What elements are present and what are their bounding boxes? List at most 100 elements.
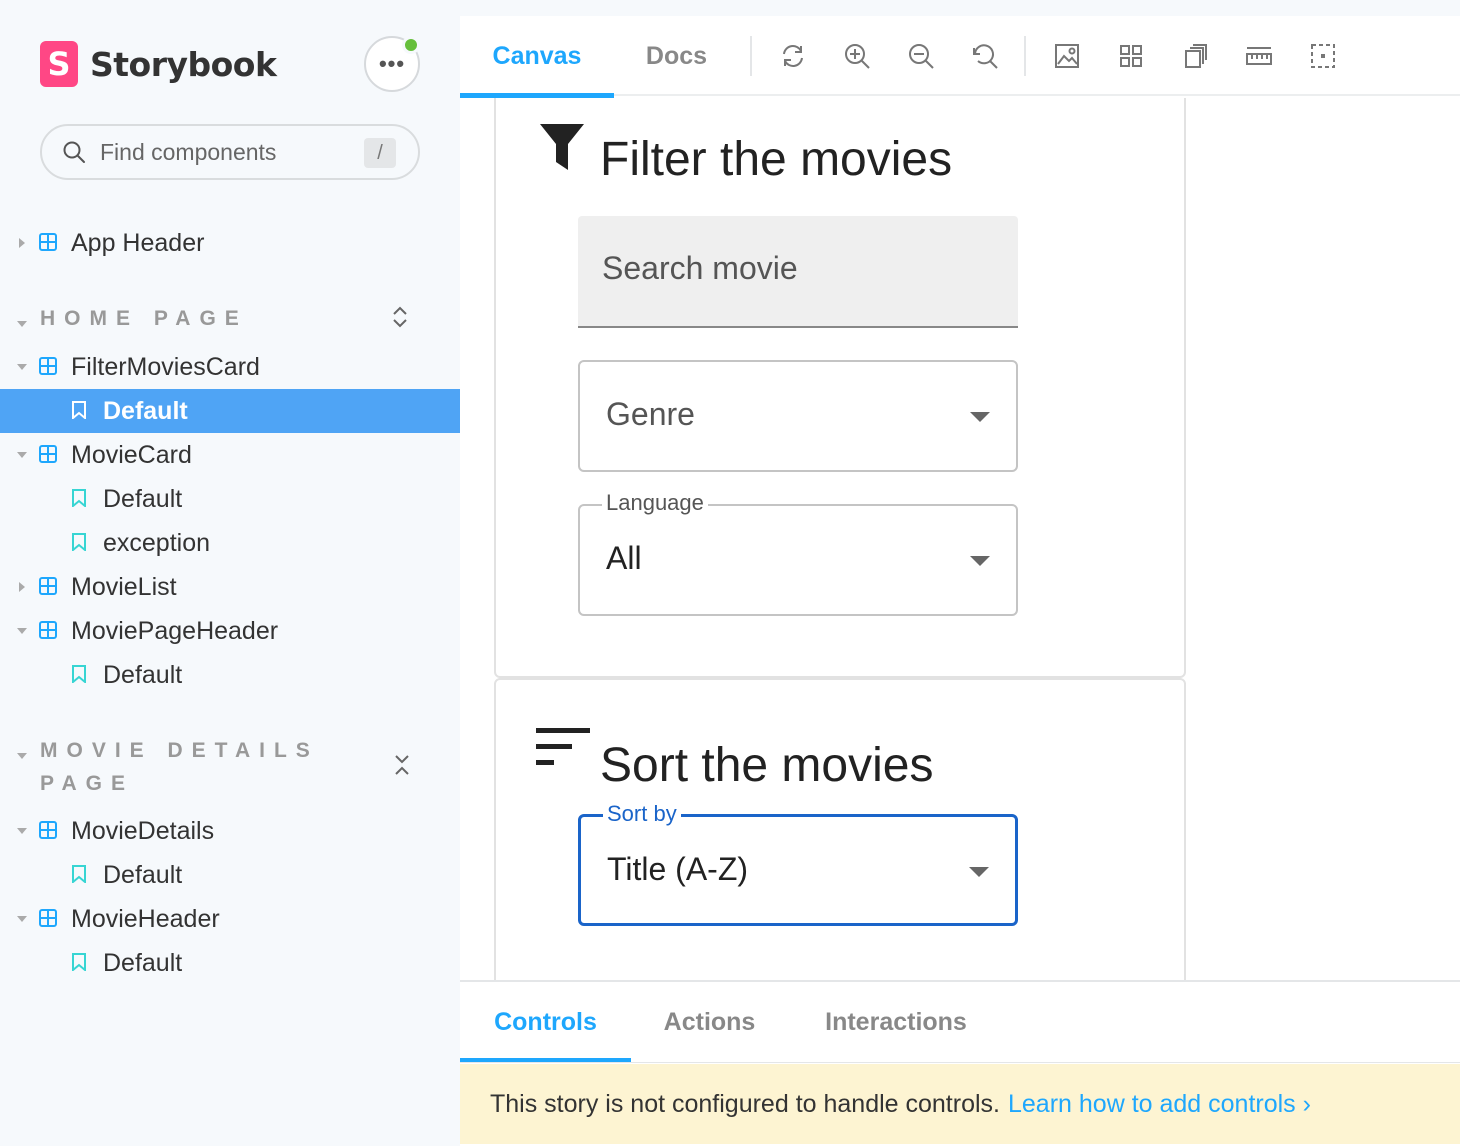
- story-canvas: Filter the movies Search movie Genre Lan…: [460, 98, 1460, 980]
- group-title-line1: MOVIE DETAILS: [40, 739, 319, 762]
- genre-placeholder: Genre: [606, 396, 695, 432]
- sidebar-item-label: Default: [103, 396, 188, 425]
- sidebar-item-moviecard[interactable]: MovieCard: [0, 433, 460, 477]
- bookmark-icon: [72, 529, 86, 558]
- group-header-home-page[interactable]: HOME PAGE: [0, 302, 460, 335]
- sidebar-item-filtermoviescard[interactable]: FilterMoviesCard: [0, 345, 460, 389]
- component-icon: [39, 441, 57, 470]
- controls-notice: This story is not configured to handle c…: [460, 1064, 1460, 1144]
- expand-collapse-icon[interactable]: [390, 304, 410, 336]
- sidebar-item-label: MovieCard: [71, 440, 192, 469]
- sidebar-item-label: Default: [103, 660, 183, 689]
- main-area: Canvas Docs Filter the movies Search mov…: [460, 16, 1460, 1146]
- measure-icon[interactable]: [1243, 40, 1275, 72]
- component-icon: [39, 573, 57, 602]
- sidebar-item-moviepageheader[interactable]: MoviePageHeader: [0, 609, 460, 653]
- sidebar-item-label: Default: [103, 860, 183, 889]
- group-title: HOME PAGE: [40, 307, 248, 330]
- brand-name: Storybook: [90, 44, 277, 84]
- filter-card-title: Filter the movies: [600, 133, 953, 186]
- language-select[interactable]: Language All: [578, 490, 1018, 616]
- status-dot: [402, 36, 420, 54]
- sidebar-item-label: MovieDetails: [71, 816, 215, 845]
- tab-actions[interactable]: Actions: [631, 982, 788, 1062]
- bookmark-icon: [72, 485, 86, 514]
- dropdown-arrow-icon: [969, 867, 989, 877]
- zoom-in-icon[interactable]: [841, 40, 873, 72]
- sidebar-item-label: MovieList: [71, 572, 177, 601]
- sidebar-item-app-header[interactable]: App Header: [0, 221, 460, 265]
- tab-docs[interactable]: Docs: [614, 16, 739, 96]
- sidebar-item-label: Default: [103, 948, 183, 977]
- viewport-icon[interactable]: [1179, 40, 1211, 72]
- chevron-down-icon: [16, 449, 28, 461]
- sidebar-item-label: MovieHeader: [71, 904, 220, 933]
- background-icon[interactable]: [1051, 40, 1083, 72]
- storybook-logo-icon: S: [40, 41, 78, 87]
- tab-interactions[interactable]: Interactions: [788, 982, 1004, 1062]
- learn-controls-link[interactable]: Learn how to add controls ›: [1008, 1090, 1311, 1119]
- component-icon: [39, 817, 57, 846]
- sidebar-item-label: exception: [103, 528, 211, 557]
- toolbar-divider: [750, 36, 752, 76]
- chevron-down-icon: [16, 361, 28, 373]
- group-title-line2: PAGE: [40, 772, 134, 795]
- search-movie-placeholder: Search movie: [602, 250, 798, 286]
- sort-by-value: Title (A-Z): [607, 851, 749, 887]
- sidebar: S Storybook ••• / App Header HOME PAGE F…: [0, 0, 460, 1146]
- search-shortcut-key: /: [364, 138, 396, 168]
- language-value: All: [606, 540, 642, 576]
- zoom-out-icon[interactable]: [905, 40, 937, 72]
- sync-icon[interactable]: [777, 40, 809, 72]
- tab-canvas[interactable]: Canvas: [460, 16, 614, 98]
- search-icon: [63, 141, 85, 163]
- addons-panel: Controls Actions Interactions This story…: [460, 980, 1460, 1146]
- bookmark-icon: [72, 397, 86, 426]
- component-icon: [39, 905, 57, 934]
- sidebar-item-label: App Header: [71, 228, 205, 257]
- group-header-movie-details-page[interactable]: MOVIE DETAILS PAGE: [0, 734, 460, 800]
- zoom-reset-icon[interactable]: [969, 40, 1001, 72]
- toolbar: Canvas Docs: [460, 16, 1460, 98]
- chevron-right-icon: [16, 237, 28, 249]
- component-icon: [39, 229, 57, 258]
- sidebar-story-moviecard-exception[interactable]: exception: [0, 521, 460, 565]
- outline-icon[interactable]: [1307, 40, 1339, 72]
- chevron-down-icon: [16, 913, 28, 925]
- notice-text: This story is not configured to handle c…: [490, 1089, 1000, 1118]
- sidebar-item-movielist[interactable]: MovieList: [0, 565, 460, 609]
- component-icon: [39, 353, 57, 382]
- search-movie-field[interactable]: Search movie: [578, 216, 1018, 328]
- sort-movies-card: Sort the movies Sort by Title (A-Z): [494, 678, 1186, 980]
- chevron-down-icon: [16, 742, 28, 766]
- sidebar-story-movieheader-default[interactable]: Default: [0, 941, 460, 985]
- collapse-icon[interactable]: [392, 752, 412, 784]
- search-input[interactable]: [100, 138, 350, 166]
- chevron-down-icon: [16, 625, 28, 637]
- language-label: Language: [602, 490, 708, 516]
- bookmark-icon: [72, 861, 86, 890]
- grid-icon[interactable]: [1115, 40, 1147, 72]
- search-box[interactable]: /: [40, 124, 420, 180]
- sidebar-story-moviepageheader-default[interactable]: Default: [0, 653, 460, 697]
- genre-select[interactable]: Genre: [578, 360, 1018, 472]
- chevron-down-icon: [16, 310, 28, 334]
- sidebar-item-label: MoviePageHeader: [71, 616, 279, 645]
- filter-icon: [540, 124, 584, 170]
- sidebar-item-movieheader[interactable]: MovieHeader: [0, 897, 460, 941]
- sort-by-select[interactable]: Sort by Title (A-Z): [578, 801, 1018, 926]
- sidebar-item-moviedetails[interactable]: MovieDetails: [0, 809, 460, 853]
- component-icon: [39, 617, 57, 646]
- tab-controls[interactable]: Controls: [460, 982, 631, 1063]
- bookmark-icon: [72, 661, 86, 690]
- sidebar-story-filtermoviescard-default[interactable]: Default: [0, 389, 460, 433]
- sidebar-story-moviecard-default[interactable]: Default: [0, 477, 460, 521]
- dropdown-arrow-icon: [970, 556, 990, 566]
- chevron-right-icon: [16, 581, 28, 593]
- brand[interactable]: S Storybook: [40, 40, 277, 88]
- sidebar-story-moviedetails-default[interactable]: Default: [0, 853, 460, 897]
- sidebar-menu-button[interactable]: •••: [364, 36, 420, 92]
- bookmark-icon: [72, 949, 86, 978]
- filter-movies-card: Filter the movies Search movie Genre Lan…: [494, 98, 1186, 678]
- sort-icon: [536, 728, 590, 765]
